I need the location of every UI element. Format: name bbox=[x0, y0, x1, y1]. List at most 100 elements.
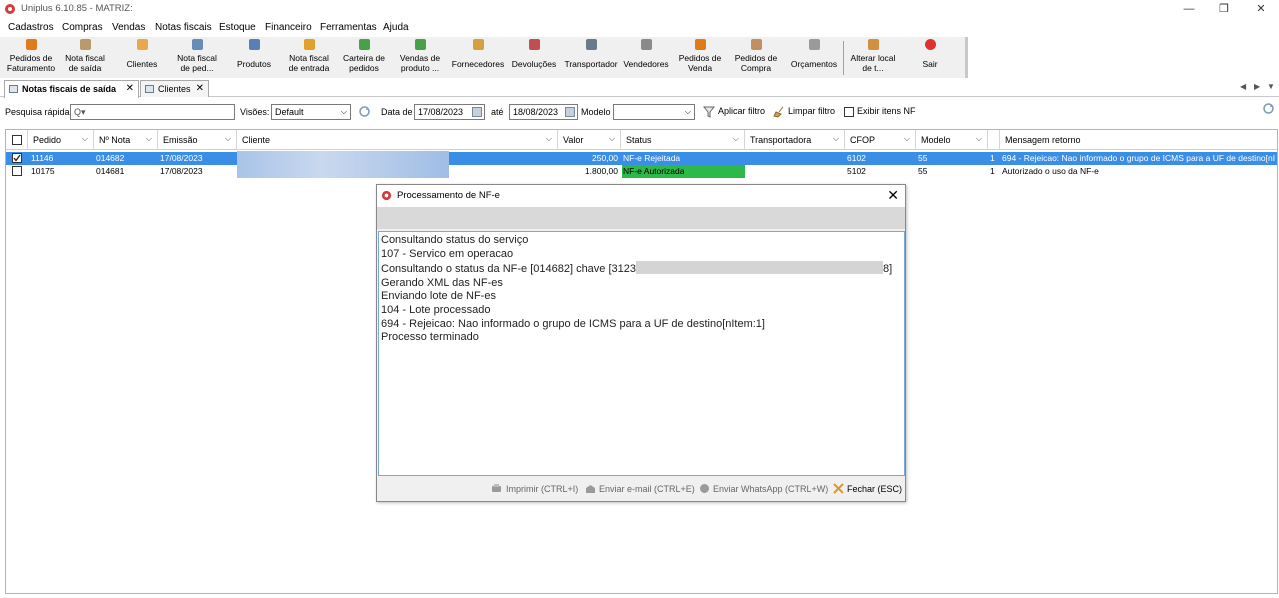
col-status[interactable]: Status ⌵ bbox=[621, 130, 745, 150]
col-emissao[interactable]: Emissão ⌵ bbox=[158, 130, 237, 150]
views-select[interactable]: Default ⌵ bbox=[271, 104, 351, 120]
toolbar-button-sellers[interactable]: Vendedores bbox=[620, 37, 672, 78]
minimize-button[interactable]: — bbox=[1182, 2, 1196, 16]
tab-clientes[interactable]: Clientes ✕ bbox=[140, 80, 209, 97]
toolbar-button-sales[interactable]: Vendas de produto ... bbox=[394, 37, 446, 78]
toolbar-button-invoice-in[interactable]: Nota fiscal de entrada bbox=[283, 37, 335, 78]
chevron-down-icon[interactable]: ⌵ bbox=[546, 134, 552, 144]
chevron-down-icon[interactable]: ⌵ bbox=[225, 134, 231, 144]
cell-status: NF-e Autorizada bbox=[623, 166, 685, 176]
chevron-down-icon[interactable]: ⌵ bbox=[82, 134, 88, 144]
filter-bar: Pesquisa rápida: Q▾ Visões: Default ⌵ Da… bbox=[0, 100, 1279, 124]
tab-notas-fiscais-saida[interactable]: Notas fiscais de saída ✕ bbox=[4, 80, 139, 98]
toolbar-button-sales-order[interactable]: Pedidos de Venda bbox=[674, 37, 726, 78]
email-button[interactable]: Enviar e-mail (CTRL+E) bbox=[599, 484, 695, 494]
chevron-down-icon[interactable]: ⌵ bbox=[904, 134, 910, 144]
date-to-input[interactable]: 18/08/2023 bbox=[509, 104, 578, 120]
toolbar-button-truck[interactable]: Transportador bbox=[562, 37, 620, 78]
chevron-down-icon[interactable]: ⌵ bbox=[733, 134, 739, 144]
toolbar-button-clients[interactable]: Clientes bbox=[119, 37, 165, 78]
toolbar-button-invoice-order[interactable]: Nota fiscal de ped... bbox=[170, 37, 224, 78]
row-checkbox[interactable] bbox=[12, 153, 22, 163]
col-transportadora[interactable]: Transportadora ⌵ bbox=[745, 130, 845, 150]
toolbar-button-purchase-order[interactable]: Pedidos de Compra bbox=[730, 37, 782, 78]
model-select[interactable]: ⌵ bbox=[613, 104, 695, 120]
toolbar-button-orders-wallet[interactable]: Carteira de pedidos bbox=[338, 37, 390, 78]
cell-emissao: 17/08/2023 bbox=[160, 166, 203, 176]
menu-ajuda[interactable]: Ajuda bbox=[383, 22, 409, 33]
table-row[interactable]: 10175 014681 17/08/2023 1.800,00 NF-e Au… bbox=[6, 165, 1277, 178]
toolbar-button-quotes[interactable]: Orçamentos bbox=[789, 37, 839, 78]
chevron-down-icon[interactable]: ⌵ bbox=[833, 134, 839, 144]
chevron-down-icon[interactable]: ⌵ bbox=[976, 134, 982, 144]
toolbar-button-returns[interactable]: Devoluções bbox=[509, 37, 559, 78]
calendar-icon[interactable] bbox=[472, 107, 482, 117]
date-from-input[interactable]: 17/08/2023 bbox=[414, 104, 485, 120]
toolbar-button-order[interactable]: Pedidos de Faturamento bbox=[4, 37, 58, 78]
dialog-title-bar: Processamento de NF-e ✕ bbox=[377, 185, 905, 207]
close-dialog-button[interactable]: Fechar (ESC) bbox=[847, 484, 902, 494]
show-items-checkbox[interactable] bbox=[844, 107, 854, 117]
log-line: Consultando status do serviço bbox=[381, 234, 529, 246]
products-icon bbox=[248, 39, 260, 50]
menu-notas-fiscais[interactable]: Notas fiscais bbox=[155, 22, 212, 33]
toolbar-label: Pedidos de Venda bbox=[678, 53, 722, 73]
col-cliente[interactable]: Cliente ⌵ bbox=[237, 130, 558, 150]
close-window-button[interactable]: ✕ bbox=[1254, 2, 1268, 16]
col-pedido[interactable]: Pedido ⌵ bbox=[28, 130, 94, 150]
quick-search-input[interactable]: Q▾ bbox=[70, 104, 235, 120]
col-modelo[interactable]: Modelo ⌵ bbox=[916, 130, 988, 150]
restore-button[interactable]: ❐ bbox=[1217, 2, 1231, 16]
clear-filter-button[interactable]: Limpar filtro bbox=[788, 106, 835, 116]
tab-next-icon[interactable]: ▶ bbox=[1254, 82, 1260, 91]
window-title: Uniplus 6.10.85 - MATRIZ: bbox=[21, 3, 133, 14]
row-checkbox[interactable] bbox=[12, 166, 22, 176]
col-nota[interactable]: Nº Nota ⌵ bbox=[94, 130, 158, 150]
sales-icon bbox=[414, 39, 426, 50]
toolbar-label: Pedidos de Faturamento bbox=[6, 53, 56, 73]
col-mensagem[interactable]: Mensagem retorno bbox=[1000, 130, 1277, 150]
calendar-icon[interactable] bbox=[565, 107, 575, 117]
dialog-close-button[interactable]: ✕ bbox=[887, 187, 899, 204]
date-from-label: Data de bbox=[381, 107, 413, 117]
toolbar-button-invoice-out[interactable]: Nota fiscal de saída bbox=[59, 37, 111, 78]
cell-pedido: 11146 bbox=[31, 153, 54, 163]
toolbar-button-products[interactable]: Produtos bbox=[232, 37, 276, 78]
toolbar-button-suppliers[interactable]: Fornecedores bbox=[449, 37, 507, 78]
date-to-value: 18/08/2023 bbox=[513, 107, 559, 117]
menu-vendas[interactable]: Vendas bbox=[112, 22, 145, 33]
close-tab-icon[interactable]: ✕ bbox=[196, 83, 204, 94]
close-tab-icon[interactable]: ✕ bbox=[126, 83, 134, 94]
tab-prev-icon[interactable]: ◀ bbox=[1240, 82, 1246, 91]
menu-estoque[interactable]: Estoque bbox=[219, 22, 256, 33]
refresh-icon[interactable] bbox=[1262, 102, 1275, 115]
toolbar-button-change-location[interactable]: Alterar local de t... bbox=[844, 37, 902, 78]
table-row[interactable]: 11146 014682 17/08/2023 250,00 NF-e Reje… bbox=[6, 152, 1277, 165]
model-label: Modelo bbox=[581, 107, 611, 117]
toolbar-label: Nota fiscal de entrada bbox=[288, 53, 330, 73]
col-seq[interactable] bbox=[988, 130, 1000, 150]
select-all-header bbox=[6, 130, 28, 150]
broom-icon bbox=[773, 106, 784, 118]
refresh-icon[interactable] bbox=[358, 105, 371, 118]
menu-ferramentas[interactable]: Ferramentas bbox=[320, 22, 377, 33]
tab-list-icon[interactable]: ▼ bbox=[1267, 82, 1275, 91]
menu-financeiro[interactable]: Financeiro bbox=[265, 22, 312, 33]
col-cfop[interactable]: CFOP ⌵ bbox=[845, 130, 916, 150]
truck-icon bbox=[585, 39, 597, 50]
processing-log[interactable]: Consultando status do serviço 107 - Serv… bbox=[378, 231, 905, 476]
chevron-down-icon[interactable]: ⌵ bbox=[609, 134, 615, 144]
toolbar-button-power[interactable]: Sair bbox=[910, 37, 950, 78]
chevron-down-icon[interactable]: ⌵ bbox=[146, 134, 152, 144]
select-all-checkbox[interactable] bbox=[12, 135, 22, 145]
col-valor[interactable]: Valor ⌵ bbox=[558, 130, 621, 150]
purchase-order-icon bbox=[750, 39, 762, 50]
menu-compras[interactable]: Compras bbox=[62, 22, 103, 33]
invoice-order-icon bbox=[191, 39, 203, 50]
date-to-label: até bbox=[491, 107, 504, 117]
print-button[interactable]: Imprimir (CTRL+I) bbox=[506, 484, 578, 494]
menu-cadastros[interactable]: Cadastros bbox=[8, 22, 54, 33]
apply-filter-button[interactable]: Aplicar filtro bbox=[718, 106, 765, 116]
whatsapp-button[interactable]: Enviar WhatsApp (CTRL+W) bbox=[713, 484, 828, 494]
close-x-icon bbox=[833, 483, 844, 494]
